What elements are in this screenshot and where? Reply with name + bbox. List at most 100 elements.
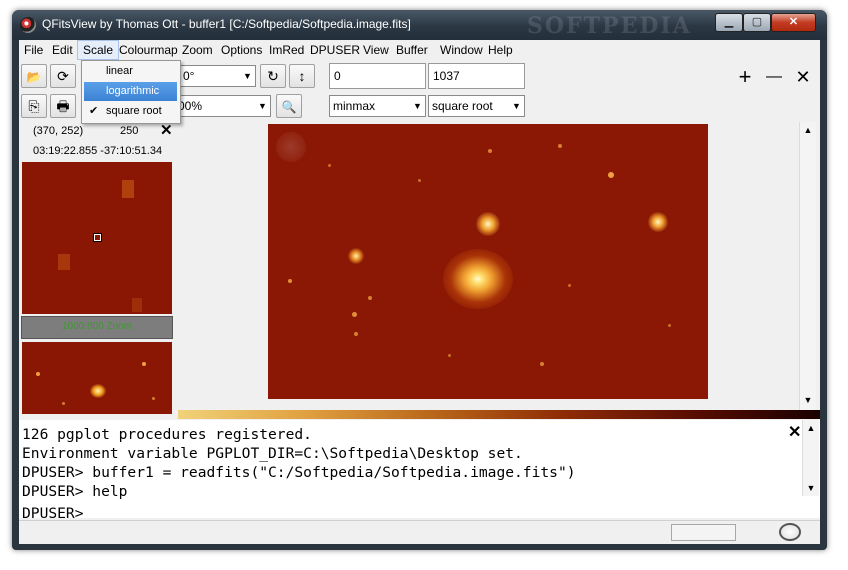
console-line: DPUSER> buffer1 = readfits("C:/Softpedia… [22,464,576,481]
min-value-field[interactable]: 0 [329,63,426,89]
magnified-pixel [132,298,142,312]
star [540,362,544,366]
star [328,164,331,167]
overview-image[interactable] [22,342,172,414]
min-value: 0 [334,69,341,83]
star [288,279,292,283]
option-label: linear [106,65,133,77]
open-file-button[interactable]: 📂 [21,64,47,88]
menu-edit[interactable]: Edit [47,40,78,60]
dpuser-console[interactable]: 126 pgplot procedures registered. Enviro… [19,420,820,522]
overview-star [142,362,146,366]
overview-caption-text: 1000:800 Zoom [62,321,133,332]
zoom-select[interactable]: 00% ▼ [174,95,271,117]
scale-option-square-root[interactable]: ✔ square root [84,102,177,121]
star [488,149,492,153]
option-label: logarithmic [106,85,160,97]
close-buffer-button[interactable]: ✕ [789,64,817,92]
scroll-up-icon[interactable]: ▲ [803,420,819,436]
star [354,332,358,336]
colour-bar[interactable] [178,410,820,419]
folder-icon: 📂 [26,70,42,84]
central-galaxy [443,249,513,309]
star [558,144,562,148]
rotation-select[interactable]: 0° ▼ [179,65,256,87]
copy-icon: ⎘ [28,98,40,114]
scroll-down-icon[interactable]: ▼ [800,392,816,408]
menu-scale[interactable]: Scale [77,40,120,60]
chevron-down-icon: ▼ [240,66,255,86]
scroll-up-icon[interactable]: ▲ [800,122,816,138]
console-line: 126 pgplot procedures registered. [22,426,312,443]
magnified-pixel [58,254,70,270]
close-icon[interactable]: ✕ [788,422,801,442]
scale-option-logarithmic[interactable]: logarithmic [84,82,177,101]
reload-icon: ⟳ [57,68,69,84]
printer-icon: 🖶 [56,98,70,114]
main-window: QFitsView by Thomas Ott - buffer1 [C:/So… [12,10,827,550]
status-icon [779,523,801,541]
scroll-down-icon[interactable]: ▼ [803,480,819,496]
scale-function-select[interactable]: square root ▼ [428,95,525,117]
star [608,172,614,178]
title-bar[interactable]: QFitsView by Thomas Ott - buffer1 [C:/So… [12,10,827,40]
magnifier-icon: 🔍 [281,100,297,114]
close-window-button[interactable]: ✕ [771,13,816,32]
copy-button[interactable]: ⎘ [21,94,47,118]
menu-window[interactable]: Window [435,40,488,60]
flip-button[interactable]: ↕ [289,64,315,88]
scale-mode-select[interactable]: minmax ▼ [329,95,426,117]
rotate-icon: ↻ [267,68,279,84]
client-area: File Edit Scale Colourmap Zoom Options I… [19,40,820,544]
scale-mode-value: minmax [333,99,376,113]
menu-view[interactable]: View [358,40,394,60]
max-value: 1037 [433,69,460,83]
menu-dpuser[interactable]: DPUSER [305,40,365,60]
image-viewer[interactable]: ▲ ▼ [178,122,816,410]
magnified-pixel [122,180,134,198]
bright-star [648,212,668,232]
print-button[interactable]: 🖶 [50,94,76,118]
chevron-down-icon: ▼ [255,96,270,116]
zoom-out-button[interactable]: — [760,64,788,92]
minimize-button[interactable]: ▁ [715,13,743,32]
menu-colourmap[interactable]: Colourmap [114,40,183,60]
reload-button[interactable]: ⟳ [50,64,76,88]
wcs-coordinates: 03:19:22.855 -37:10:51.34 [33,145,163,157]
magnifier-view[interactable] [22,162,172,314]
fits-image[interactable] [268,124,708,399]
image-scrollbar[interactable]: ▲ ▼ [799,122,816,410]
app-icon [20,17,36,33]
rotation-value: 0° [183,69,195,83]
overview-caption: 1000:800 Zoom [21,316,173,339]
overview-galaxy [90,384,106,398]
scale-menu-dropdown: linear logarithmic ✔ square root [81,60,181,124]
zoom-tool-button[interactable]: 🔍 [276,94,302,118]
scale-option-linear[interactable]: linear [84,62,177,81]
rotate-button[interactable]: ↻ [260,64,286,88]
menu-imred[interactable]: ImRed [264,40,309,60]
max-value-field[interactable]: 1037 [428,63,525,89]
bright-star [476,212,500,236]
cursor-marker [93,233,102,242]
menu-help[interactable]: Help [483,40,518,60]
pixel-value: 250 [120,125,139,137]
option-label: square root [106,105,162,117]
console-scrollbar[interactable]: ▲ ▼ [802,420,819,496]
star [568,284,571,287]
overview-star [62,402,65,405]
menu-buffer[interactable]: Buffer [391,40,433,60]
star [448,354,451,357]
star [352,312,357,317]
status-field [671,524,736,541]
console-line: Environment variable PGPLOT_DIR=C:\Softp… [22,445,523,462]
status-bar [19,520,820,544]
flip-icon: ↕ [298,68,306,84]
menu-file[interactable]: File [19,40,48,60]
menu-options[interactable]: Options [216,40,267,60]
menu-zoom[interactable]: Zoom [177,40,218,60]
bright-star [348,248,364,264]
zoom-in-button[interactable]: + [731,64,759,92]
window-title: QFitsView by Thomas Ott - buffer1 [C:/So… [42,17,411,31]
maximize-button[interactable]: ▢ [743,13,771,32]
